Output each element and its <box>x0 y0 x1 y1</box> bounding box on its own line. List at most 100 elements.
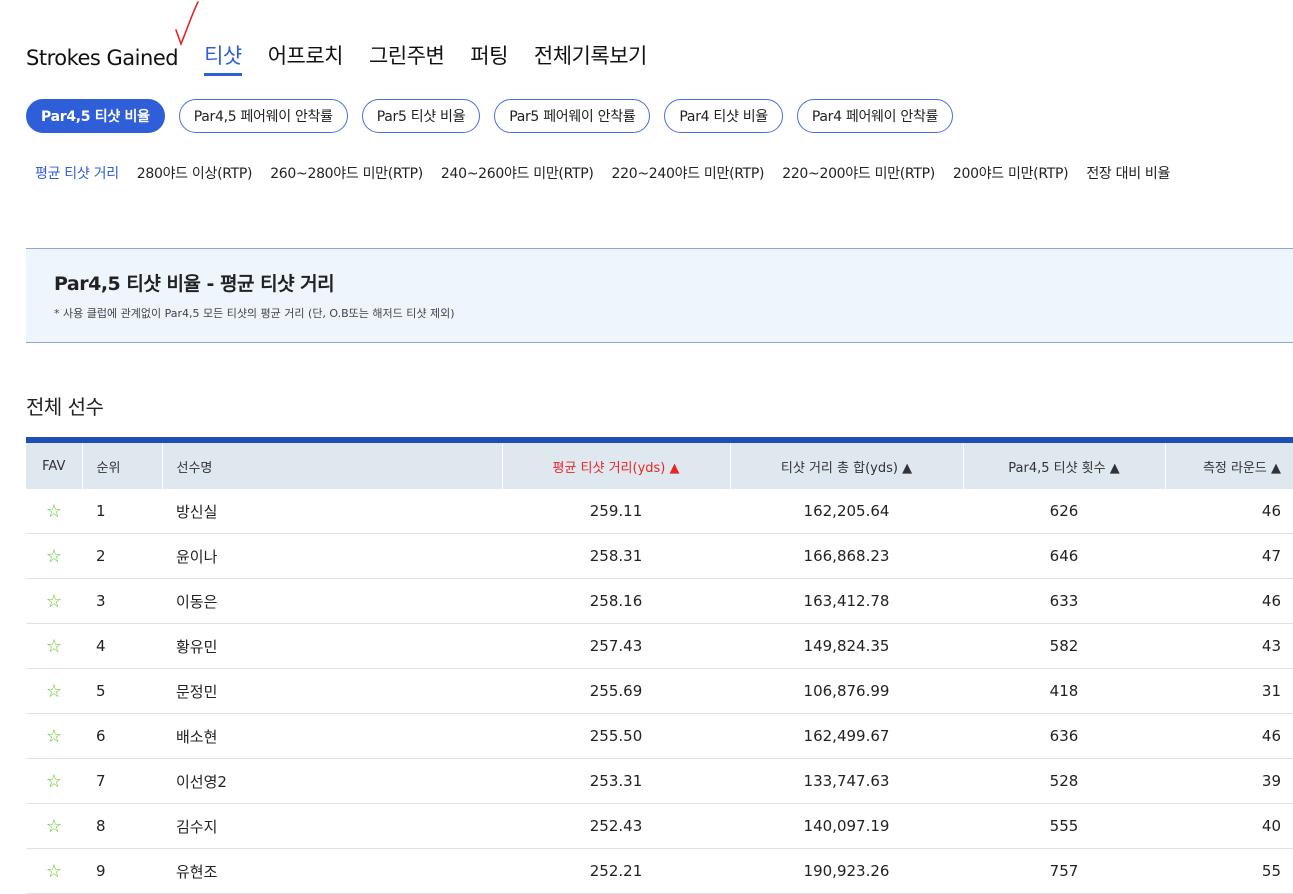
main-tabs: Strokes Gained 티샷 어프로치 그린주변 퍼팅 전체기록보기 <box>26 40 673 76</box>
col-header-rank: 순위 <box>82 443 163 489</box>
table-body: ☆ 1 방신실 259.11 162,205.64 626 46 ☆ 2 윤이나 258.31 166… <box>26 489 1293 894</box>
fav-cell: ☆ <box>26 623 82 669</box>
subtab-under-200[interactable]: 200야드 미만(RTP) <box>953 163 1069 183</box>
avg-distance-cell: 252.43 <box>502 803 730 849</box>
total-distance-cell: 162,499.67 <box>730 713 963 759</box>
teeshot-count-cell: 528 <box>963 758 1165 804</box>
favorite-star-icon[interactable]: ☆ <box>46 501 62 522</box>
avg-distance-cell: 258.31 <box>502 533 730 579</box>
sub-tabs: 평균 티샷 거리 280야드 이상(RTP) 260~280야드 미만(RTP)… <box>35 163 1188 183</box>
table-row: ☆ 8 김수지 252.43 140,097.19 555 40 <box>26 803 1293 849</box>
player-name-cell[interactable]: 유현조 <box>162 848 502 894</box>
rounds-cell: 46 <box>1165 713 1293 759</box>
category-pills: Par4,5 티샷 비율 Par4,5 페어웨이 안착률 Par5 티샷 비율 … <box>26 99 967 133</box>
rounds-cell: 40 <box>1165 803 1293 849</box>
avg-distance-cell: 252.21 <box>502 848 730 894</box>
col-header-avg-distance[interactable]: 평균 티샷 거리(yds) ▲ <box>502 443 731 489</box>
rounds-cell: 47 <box>1165 533 1293 579</box>
rank-cell: 7 <box>82 758 162 804</box>
ranking-table: FAV 순위 선수명 평균 티샷 거리(yds) ▲ 티샷 거리 총 합(yds… <box>26 437 1293 894</box>
pill-par4-fairway[interactable]: Par4 페어웨이 안착률 <box>796 99 954 133</box>
total-distance-cell: 133,747.63 <box>730 758 963 804</box>
subtab-220-240[interactable]: 220~240야드 미만(RTP) <box>612 163 765 183</box>
fav-cell: ☆ <box>26 489 82 534</box>
player-name-cell[interactable]: 이동은 <box>162 578 502 624</box>
favorite-star-icon[interactable]: ☆ <box>46 816 62 837</box>
player-name-cell[interactable]: 배소현 <box>162 713 502 759</box>
col-header-total-distance[interactable]: 티샷 거리 총 합(yds) ▲ <box>730 443 964 489</box>
tab-strokes-gained[interactable]: Strokes Gained <box>26 46 179 76</box>
player-name-cell[interactable]: 황유민 <box>162 623 502 669</box>
avg-distance-cell: 255.69 <box>502 668 730 714</box>
col-header-rounds[interactable]: 측정 라운드 ▲ <box>1165 443 1293 489</box>
rounds-cell: 39 <box>1165 758 1293 804</box>
player-name-cell[interactable]: 문정민 <box>162 668 502 714</box>
avg-distance-cell: 258.16 <box>502 578 730 624</box>
subtab-260-280[interactable]: 260~280야드 미만(RTP) <box>270 163 423 183</box>
rounds-cell: 46 <box>1165 578 1293 624</box>
fav-cell: ☆ <box>26 533 82 579</box>
total-distance-cell: 149,824.35 <box>730 623 963 669</box>
table-row: ☆ 2 윤이나 258.31 166,868.23 646 47 <box>26 533 1293 579</box>
table-row: ☆ 6 배소현 255.50 162,499.67 636 46 <box>26 713 1293 759</box>
subtab-avg-distance[interactable]: 평균 티샷 거리 <box>35 163 119 183</box>
table-row: ☆ 7 이선영2 253.31 133,747.63 528 39 <box>26 758 1293 804</box>
total-distance-cell: 162,205.64 <box>730 489 963 534</box>
teeshot-count-cell: 636 <box>963 713 1165 759</box>
section-title: 전체 선수 <box>26 395 104 419</box>
rank-cell: 3 <box>82 578 162 624</box>
tab-approach[interactable]: 어프로치 <box>268 40 344 76</box>
favorite-star-icon[interactable]: ☆ <box>46 591 62 612</box>
total-distance-cell: 106,876.99 <box>730 668 963 714</box>
avg-distance-cell: 255.50 <box>502 713 730 759</box>
tab-tee-shot[interactable]: 티샷 <box>204 40 242 76</box>
table-row: ☆ 9 유현조 252.21 190,923.26 757 55 <box>26 848 1293 894</box>
player-name-cell[interactable]: 이선영2 <box>162 758 502 804</box>
rank-cell: 2 <box>82 533 162 579</box>
table-row: ☆ 3 이동은 258.16 163,412.78 633 46 <box>26 578 1293 624</box>
info-title: Par4,5 티샷 비율 - 평균 티샷 거리 <box>54 273 335 295</box>
tab-putting[interactable]: 퍼팅 <box>470 40 508 76</box>
rank-cell: 6 <box>82 713 162 759</box>
fav-cell: ☆ <box>26 758 82 804</box>
rounds-cell: 31 <box>1165 668 1293 714</box>
favorite-star-icon[interactable]: ☆ <box>46 726 62 747</box>
rounds-cell: 43 <box>1165 623 1293 669</box>
table-row: ☆ 4 황유민 257.43 149,824.35 582 43 <box>26 623 1293 669</box>
info-note: * 사용 클럽에 관계없이 Par4,5 모든 티샷의 평균 거리 (단, O.… <box>54 307 455 320</box>
rank-cell: 5 <box>82 668 162 714</box>
subtab-200-220[interactable]: 220~200야드 미만(RTP) <box>782 163 935 183</box>
player-name-cell[interactable]: 윤이나 <box>162 533 502 579</box>
player-name-cell[interactable]: 김수지 <box>162 803 502 849</box>
tab-around-green[interactable]: 그린주변 <box>369 40 445 76</box>
col-header-player: 선수명 <box>162 443 503 489</box>
table-header-row: FAV 순위 선수명 평균 티샷 거리(yds) ▲ 티샷 거리 총 합(yds… <box>26 443 1293 489</box>
favorite-star-icon[interactable]: ☆ <box>46 861 62 882</box>
subtab-240-260[interactable]: 240~260야드 미만(RTP) <box>441 163 594 183</box>
favorite-star-icon[interactable]: ☆ <box>46 636 62 657</box>
subtab-course-ratio[interactable]: 전장 대비 비율 <box>1086 163 1170 183</box>
col-header-teeshot-count[interactable]: Par4,5 티샷 횟수 ▲ <box>963 443 1166 489</box>
pill-par5-teeshot-ratio[interactable]: Par5 티샷 비율 <box>361 99 481 133</box>
player-name-cell[interactable]: 방신실 <box>162 489 502 534</box>
avg-distance-cell: 253.31 <box>502 758 730 804</box>
favorite-star-icon[interactable]: ☆ <box>46 771 62 792</box>
pill-par45-teeshot-ratio[interactable]: Par4,5 티샷 비율 <box>26 99 165 133</box>
col-header-fav: FAV <box>26 443 83 489</box>
teeshot-count-cell: 582 <box>963 623 1165 669</box>
teeshot-count-cell: 418 <box>963 668 1165 714</box>
pill-par5-fairway[interactable]: Par5 페어웨이 안착률 <box>494 99 651 133</box>
fav-cell: ☆ <box>26 848 82 894</box>
tab-all-records[interactable]: 전체기록보기 <box>534 40 647 76</box>
favorite-star-icon[interactable]: ☆ <box>46 546 62 567</box>
subtab-280-plus[interactable]: 280야드 이상(RTP) <box>137 163 253 183</box>
avg-distance-cell: 259.11 <box>502 489 730 534</box>
pill-par4-teeshot-ratio[interactable]: Par4 티샷 비율 <box>664 99 783 133</box>
total-distance-cell: 163,412.78 <box>730 578 963 624</box>
rank-cell: 4 <box>82 623 162 669</box>
rank-cell: 1 <box>82 489 162 534</box>
pill-par45-fairway[interactable]: Par4,5 페어웨이 안착률 <box>178 99 348 133</box>
favorite-star-icon[interactable]: ☆ <box>46 681 62 702</box>
fav-cell: ☆ <box>26 668 82 714</box>
teeshot-count-cell: 555 <box>963 803 1165 849</box>
